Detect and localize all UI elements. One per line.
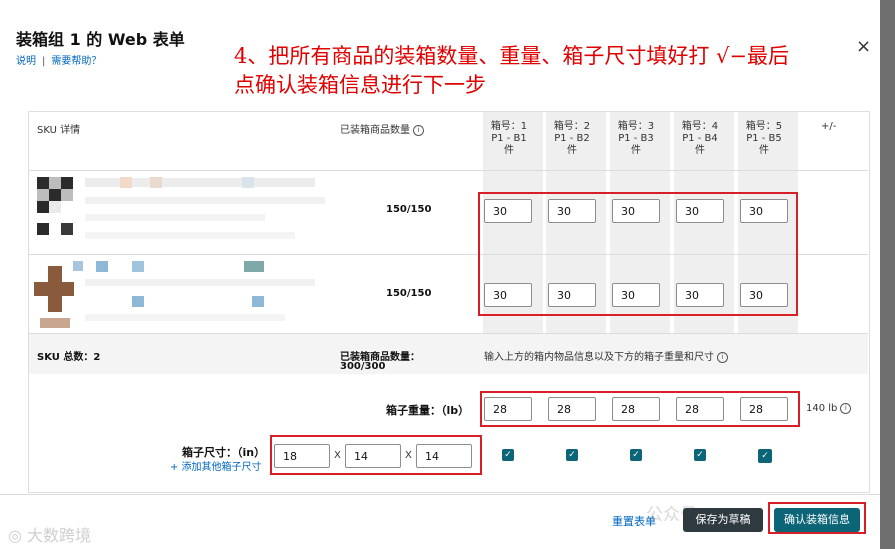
watermark-bottom-left: ◎ 大数跨境 — [8, 522, 91, 546]
weight-inputs-highlight — [480, 391, 800, 427]
box-5-header: 箱号：5 P1 - B5 件 — [734, 121, 794, 157]
packed-qty-header: 已装箱商品数量 i — [340, 121, 424, 136]
help-link[interactable]: 需要帮助？ — [51, 56, 101, 67]
total-weight-value: 140 lb — [806, 403, 838, 414]
instructions-link[interactable]: 说明 — [16, 56, 36, 67]
total-weight: 140 lb i — [806, 403, 852, 414]
sku-1-packed-qty: 150/150 — [386, 204, 432, 215]
box-5-dimension-checkbox[interactable]: ✓ — [758, 449, 772, 463]
packed-qty-summary-value: 300/300 — [340, 361, 386, 372]
box-4-dimension-checkbox[interactable]: ✓ — [694, 449, 706, 461]
box-unit: 件 — [695, 145, 705, 156]
box-3-dimension-checkbox[interactable]: ✓ — [630, 449, 642, 461]
save-draft-button[interactable]: 保存为草稿 — [683, 508, 763, 532]
box-1-header: 箱号：1 P1 - B1 件 — [479, 121, 539, 157]
summary-hint-text: 输入上方的箱内物品信息以及下方的箱子重量和尺寸 — [484, 352, 714, 363]
watermark-text: 大数跨境 — [27, 526, 92, 545]
box-4-header: 箱号：4 P1 - B4 件 — [670, 121, 730, 157]
dimensions-highlight — [270, 435, 482, 475]
link-separator: | — [42, 56, 46, 67]
sku-2-packed-qty: 150/150 — [386, 288, 432, 299]
box-3-header: 箱号：3 P1 - B3 件 — [606, 121, 666, 157]
box-1-dimension-checkbox[interactable]: ✓ — [502, 449, 514, 461]
box-code: P1 - B3 — [618, 133, 654, 144]
add-box-dimensions-link[interactable]: + 添加其他箱子尺寸 — [170, 458, 262, 473]
confirm-button-highlight — [768, 502, 866, 534]
row-divider — [29, 170, 868, 171]
annotation-line-1: 4、把所有商品的装箱数量、重量、箱子尺寸填好打 √−最后 — [234, 44, 790, 68]
summary-hint: 输入上方的箱内物品信息以及下方的箱子重量和尺寸 i — [484, 348, 728, 363]
box-number: 箱号：4 — [681, 121, 719, 132]
footer-divider — [0, 494, 880, 495]
add-remove-box-control[interactable]: +/- — [821, 121, 836, 132]
packing-web-form-dialog: 装箱组 1 的 Web 表单 说明 | 需要帮助？ × 4、把所有商品的装箱数量、重… — [0, 0, 880, 549]
box-unit: 件 — [504, 145, 514, 156]
box-number: 箱号：2 — [553, 121, 591, 132]
box-code: P1 - B1 — [491, 133, 527, 144]
box-2-dimension-checkbox[interactable]: ✓ — [566, 449, 578, 461]
box-number: 箱号：5 — [745, 121, 783, 132]
box-code: P1 - B2 — [554, 133, 590, 144]
qty-inputs-highlight — [478, 192, 798, 316]
red-annotation: 4、把所有商品的装箱数量、重量、箱子尺寸填好打 √−最后 点确认装箱信息进行下一… — [234, 42, 874, 100]
box-code: P1 - B4 — [682, 133, 718, 144]
box-unit: 件 — [759, 145, 769, 156]
sku-total: SKU 总数：2 — [37, 352, 101, 363]
sku-details-header: SKU 详情 — [37, 125, 81, 136]
box-weight-label: 箱子重量：（lb） — [386, 404, 470, 417]
weibo-icon: ◎ — [8, 526, 28, 545]
box-code: P1 - B5 — [746, 133, 782, 144]
reset-form-link[interactable]: 重置表单 — [612, 513, 656, 529]
box-unit: 件 — [631, 145, 641, 156]
dialog-title: 装箱组 1 的 Web 表单 — [16, 30, 185, 49]
box-number: 箱号：1 — [490, 121, 528, 132]
info-icon[interactable]: i — [413, 125, 424, 136]
info-icon[interactable]: i — [717, 352, 728, 363]
packed-qty-header-label: 已装箱商品数量 — [340, 125, 410, 136]
box-number: 箱号：3 — [617, 121, 655, 132]
box-unit: 件 — [567, 145, 577, 156]
annotation-line-2: 点确认装箱信息进行下一步 — [234, 73, 486, 97]
dialog-help-links: 说明 | 需要帮助？ — [16, 52, 101, 67]
summary-row — [29, 334, 868, 374]
box-2-header: 箱号：2 P1 - B2 件 — [542, 121, 602, 157]
info-icon[interactable]: i — [840, 403, 852, 414]
